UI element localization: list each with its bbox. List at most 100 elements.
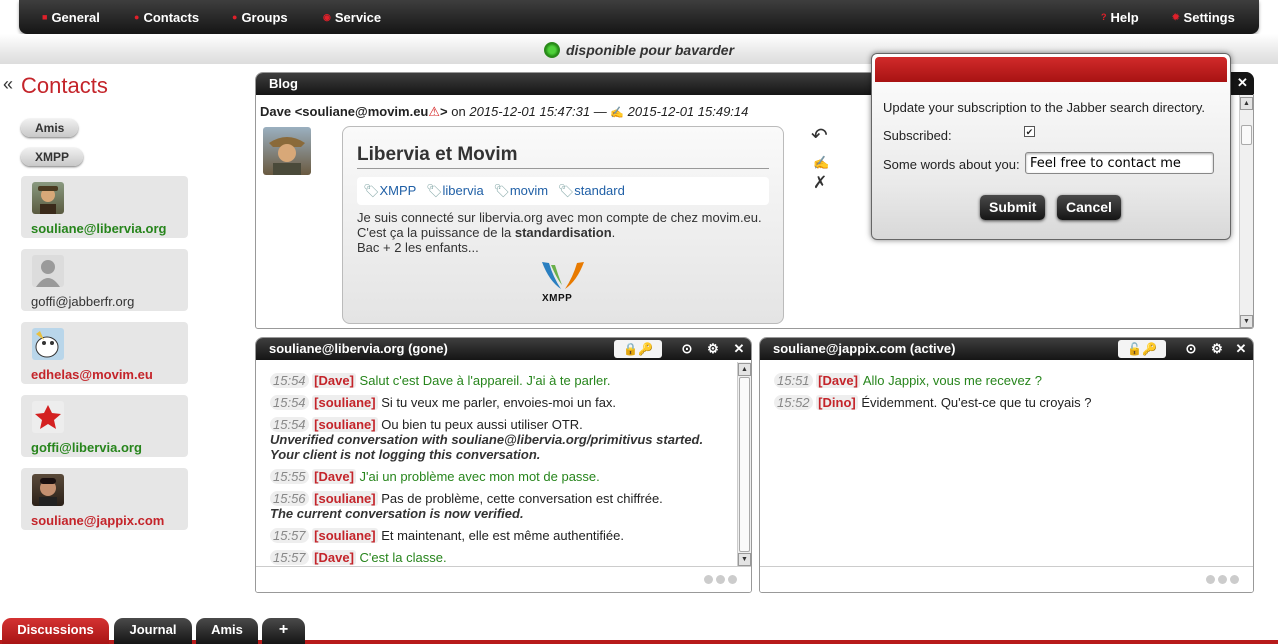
tag-icon: 🏷	[363, 183, 380, 198]
entry-metadata: Dave <souliane@movim.eu⚠> on 2015-12-01 …	[260, 104, 749, 119]
tag-list: 🏷XMPP 🏷libervia 🏷movim 🏷standard	[357, 177, 769, 205]
chat-settings-button[interactable]: ⚙	[701, 338, 725, 360]
chat-close-button[interactable]: ✕	[727, 338, 751, 360]
tab-discussions[interactable]: Discussions	[2, 618, 109, 644]
entry-updated-date: 2015-12-01 15:49:14	[627, 104, 749, 119]
contact-item[interactable]: souliane@jappix.com	[21, 468, 188, 530]
chat-title: souliane@jappix.com (active)	[773, 341, 956, 356]
tab-amis[interactable]: Amis	[196, 618, 258, 644]
blog-close-button[interactable]: ✕	[1231, 72, 1254, 94]
message-row: 15:55 [Dave] J'ai un problème avec mon m…	[270, 469, 600, 484]
tag-icon: 🏷	[493, 183, 510, 198]
message-row: 15:54 [souliane] Ou bien tu peux aussi u…	[270, 417, 583, 432]
tag-icon: 🏷	[425, 183, 443, 198]
scroll-up-icon[interactable]: ▲	[738, 363, 751, 376]
edit-icon[interactable]: ✍	[813, 155, 829, 171]
system-message: Unverified conversation with souliane@li…	[270, 432, 704, 447]
subscribed-label: Subscribed:	[883, 128, 952, 143]
tag-item[interactable]: 🏷XMPP	[363, 183, 416, 198]
avatar	[32, 255, 64, 287]
chat-close-button[interactable]: ✕	[1229, 338, 1253, 360]
group-xmpp[interactable]: XMPP	[21, 148, 84, 166]
blog-entry-bubble: Libervia et Movim 🏷XMPP 🏷libervia 🏷movim…	[342, 126, 784, 324]
chat-message-input[interactable]	[760, 566, 1253, 592]
entry-author: Dave <souliane@movim.eu	[260, 104, 429, 119]
avatar	[32, 328, 64, 360]
reply-icon[interactable]: ↶	[811, 123, 828, 148]
gear-icon: ✹	[1172, 12, 1180, 22]
avatar	[32, 182, 64, 214]
chat-bubble-icon: ●	[232, 12, 238, 22]
contact-jid: edhelas@movim.eu	[31, 367, 153, 382]
message-row: 15:52 [Dino] Évidemment. Qu'est-ce que t…	[774, 395, 1091, 410]
chat-message-input[interactable]	[256, 566, 751, 592]
entry-created-date: 2015-12-01 15:47:31	[469, 104, 591, 119]
message-row: 15:54 [souliane] Si tu veux me parler, e…	[270, 395, 616, 410]
chat-panel-jappix: souliane@jappix.com (active) 🔓🔑 ⊙ ⚙ ✕ 15…	[759, 337, 1254, 593]
message-row: 15:57 [Dave] C'est la classe.	[270, 550, 447, 565]
subscribed-checkbox[interactable]: ✔	[1024, 126, 1035, 137]
contact-item[interactable]: goffi@jabberfr.org	[21, 249, 188, 311]
contacts-title: Contacts	[21, 73, 108, 98]
system-message: The current conversation is now verified…	[270, 506, 524, 521]
system-message: Your client is not logging this conversa…	[270, 447, 541, 462]
subscription-dialog: Update your subscription to the Jabber s…	[871, 53, 1231, 240]
target-icon: ◉	[323, 12, 331, 22]
author-avatar	[263, 127, 311, 175]
square-icon: ■	[42, 12, 48, 22]
xmpp-logo: XMPP	[539, 259, 587, 307]
contact-item[interactable]: goffi@libervia.org	[21, 395, 188, 457]
typing-dots-icon	[704, 575, 737, 584]
message-row: 15:51 [Dave] Allo Jappix, vous me receve…	[774, 373, 1042, 388]
contact-item[interactable]: edhelas@movim.eu	[21, 322, 188, 384]
chat-menu-button[interactable]: ⊙	[1179, 338, 1203, 360]
message-row: 15:54 [Dave] Salut c'est Dave à l'appare…	[270, 373, 611, 388]
menu-groups[interactable]: ● Groups	[232, 10, 288, 25]
contact-jid: goffi@libervia.org	[31, 440, 142, 455]
scroll-down-icon[interactable]: ▼	[738, 553, 751, 566]
cancel-button[interactable]: Cancel	[1057, 195, 1121, 220]
message-row: 15:56 [souliane] Pas de problème, cette …	[270, 491, 663, 506]
chat-title: souliane@libervia.org (gone)	[269, 341, 448, 356]
typing-dots-icon	[1206, 575, 1239, 584]
dialog-titlebar	[875, 57, 1227, 82]
collapse-contacts-button[interactable]: «	[3, 74, 13, 95]
avatar	[32, 401, 64, 433]
otr-encryption-button[interactable]: 🔒🔑	[614, 340, 662, 358]
main-menu-bar: ■ General ● Contacts ● Groups ◉ Service ? Hel…	[19, 0, 1259, 34]
dialog-description: Update your subscription to the Jabber s…	[883, 100, 1206, 115]
edited-icon: ✍	[610, 107, 625, 119]
menu-general[interactable]: ■ General	[42, 10, 100, 25]
scroll-thumb[interactable]	[739, 377, 750, 552]
tag-item[interactable]: 🏷libervia	[426, 183, 484, 198]
chat-header: souliane@jappix.com (active) 🔓🔑 ⊙ ⚙ ✕	[760, 338, 1253, 360]
scroll-up-icon[interactable]: ▲	[1240, 97, 1253, 110]
about-input[interactable]	[1025, 152, 1214, 174]
contact-item[interactable]: souliane@libervia.org	[21, 176, 188, 238]
menu-help[interactable]: ? Help	[1101, 10, 1139, 25]
menu-service[interactable]: ◉ Service	[323, 10, 381, 25]
tag-icon: 🏷	[557, 183, 575, 198]
scroll-thumb[interactable]	[1241, 125, 1252, 145]
presence-available-icon	[543, 42, 560, 58]
chat-bubble-icon: ●	[134, 12, 140, 22]
group-amis[interactable]: Amis	[21, 119, 79, 137]
chat-settings-button[interactable]: ⚙	[1205, 338, 1229, 360]
contact-jid: souliane@jappix.com	[31, 513, 165, 528]
submit-button[interactable]: Submit	[980, 195, 1046, 220]
warning-icon: ⚠	[428, 104, 441, 119]
blog-scrollbar[interactable]: ▲ ▼	[1239, 95, 1253, 328]
add-tab-button[interactable]: +	[262, 618, 305, 644]
chat-scrollbar[interactable]: ▲ ▼	[737, 362, 751, 567]
tag-item[interactable]: 🏷standard	[558, 183, 625, 198]
tab-journal[interactable]: Journal	[114, 618, 192, 644]
entry-title: Libervia et Movim	[357, 144, 769, 169]
scroll-down-icon[interactable]: ▼	[1240, 315, 1253, 328]
delete-icon[interactable]: ✗	[813, 173, 827, 193]
menu-contacts[interactable]: ● Contacts	[134, 10, 199, 25]
menu-settings[interactable]: ✹ Settings	[1172, 10, 1235, 25]
tag-item[interactable]: 🏷movim	[493, 183, 548, 198]
contact-jid: goffi@jabberfr.org	[31, 294, 135, 309]
chat-menu-button[interactable]: ⊙	[675, 338, 699, 360]
otr-encryption-button[interactable]: 🔓🔑	[1118, 340, 1166, 358]
